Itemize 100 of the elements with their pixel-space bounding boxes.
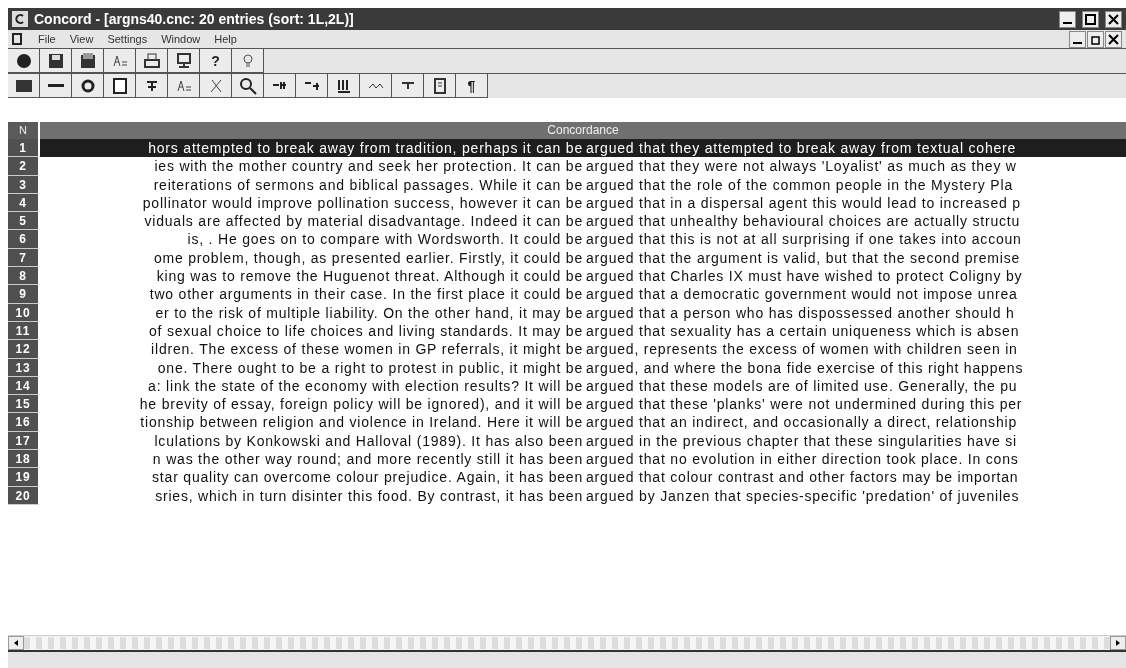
right-context: argued that sexuality has a certain uniqueness which is absen — [586, 322, 1020, 339]
menu-item[interactable]: Help — [214, 33, 237, 45]
monitor-icon — [174, 51, 193, 70]
left-context: pollinator would improve pollination success, however it can be — [142, 193, 583, 213]
circle-icon — [14, 51, 33, 70]
toolbar-button[interactable] — [40, 49, 72, 73]
window-icon — [110, 76, 129, 95]
toolbar-button[interactable] — [72, 49, 104, 73]
row-number: 16 — [8, 413, 40, 432]
right-context: argued that this is not at all surprising if one takes into accoun — [586, 231, 1022, 248]
toolbar-button[interactable]: ? — [200, 49, 232, 73]
toolbar-button[interactable] — [264, 74, 296, 98]
row-number: 8 — [8, 267, 40, 286]
toolbar-button[interactable] — [104, 74, 136, 98]
toolbar-button[interactable] — [8, 74, 40, 98]
menu-item[interactable]: Window — [161, 33, 201, 45]
right-context: argued that they were not always 'Loyalist' as much as they w — [586, 158, 1017, 175]
row-number: 5 — [8, 212, 40, 231]
maximize-button[interactable] — [1082, 10, 1099, 28]
minimize-button[interactable] — [1059, 10, 1076, 28]
toolbar-button[interactable] — [200, 74, 232, 98]
close-button[interactable] — [1105, 30, 1122, 48]
app-icon — [12, 11, 28, 27]
toolbar-button[interactable] — [168, 74, 200, 98]
left-context: er to the risk of multiple liability. On the other hand, it may be — [155, 303, 583, 322]
right-context: argued, represents the excess of women with children seen in — [586, 341, 1018, 358]
close-button[interactable] — [1105, 10, 1122, 28]
toolbar-button[interactable] — [8, 49, 40, 73]
right-context: argued that no evolution in either direction took place. In cons — [586, 451, 1019, 468]
right-context: argued that these models are of limited use. Generally, the pu — [586, 377, 1018, 394]
toolbar-button[interactable] — [328, 74, 360, 98]
pin-icon — [400, 81, 415, 90]
right-context: argued by Janzen that species-specific 'predation' of juveniles — [586, 487, 1020, 504]
row-number: 18 — [8, 450, 40, 469]
toolbar-button[interactable] — [136, 74, 168, 98]
left-context: n was the other way round; and more recently still it has been — [152, 450, 583, 469]
window-title: Concord - [argns40.cnc: 20 entries (sort: 1L,2L)] — [34, 11, 355, 27]
minimize-button[interactable] — [1069, 30, 1086, 48]
right-context: argued that a democratic government would not impose unrea — [586, 286, 1018, 303]
scroll-left-button[interactable] — [8, 636, 24, 650]
left-context: two other arguments in their case. In the first place it could be — [149, 285, 583, 304]
left-context: one. There ought to be a right to protest in public, it might be — [157, 358, 583, 377]
row-number: 2 — [8, 157, 40, 176]
concordance-row[interactable]: 1 hors attempted to break away from tradition, perhaps it can be argued that they attempted to break away from textual cohere — [8, 139, 1126, 158]
right-context: argued that unhealthy behavioural choices are actually structu — [586, 213, 1021, 230]
left-context: lculations by Konkowski and Halloval (1989). It has also been — [154, 431, 583, 451]
toolbar-button[interactable] — [392, 74, 424, 98]
printer-icon — [142, 51, 161, 70]
right-context: argued that Charles IX must have wished to protect Coligny by — [586, 268, 1023, 285]
left-context: reiterations of sermons and biblical passages. While it can be — [153, 175, 583, 194]
close-icon — [1108, 33, 1119, 45]
row-number: 9 — [8, 285, 40, 304]
right-context: argued that the argument is valid, but that the second premise — [586, 249, 1021, 266]
scroll-right-button[interactable] — [1110, 636, 1126, 650]
left-context: star quality can overcome colour prejudice. Again, it has been — [152, 468, 583, 487]
search-icon — [238, 76, 257, 95]
restore-icon — [1090, 33, 1101, 45]
toolbar-button[interactable] — [72, 74, 104, 98]
menu-item[interactable]: Settings — [107, 33, 148, 45]
toolbar-button[interactable] — [424, 74, 456, 98]
toolbar-button[interactable] — [360, 74, 392, 98]
toolbar-button[interactable] — [232, 74, 264, 98]
right-context: argued that a person who has dispossessed another should h — [586, 304, 1015, 321]
toolbar-button[interactable] — [136, 49, 168, 73]
menu-item[interactable]: File — [38, 33, 56, 45]
left-context: hors attempted to break away from tradition, perhaps it can be — [148, 139, 583, 158]
left-context: is, . He goes on to compare with Wordsworth. It could be — [187, 230, 583, 249]
left-context: a: link the state of the economy with election results? It will be — [148, 376, 583, 396]
row-number: 19 — [8, 468, 40, 487]
left-context: he brevity of essay, foreign policy will be ignored), and it will be — [139, 395, 583, 414]
menu-item[interactable]: View — [69, 33, 94, 45]
left-context: tionship between religion and violence in Ireland. Here it will be — [140, 413, 583, 432]
toolbar-button[interactable] — [40, 74, 72, 98]
align-left-icon — [272, 81, 287, 90]
right-context: argued in the previous chapter that these singularities have si — [586, 432, 1017, 449]
row-number: 12 — [8, 340, 40, 359]
left-context: sries, which in turn disinter this food. By contrast, it has been — [155, 486, 583, 505]
wave-icon — [367, 82, 384, 89]
toolbar-button[interactable] — [104, 49, 136, 73]
column-header[interactable]: N — [8, 122, 40, 139]
left-arrow-icon — [13, 640, 19, 646]
row-number: 6 — [8, 230, 40, 249]
close-icon — [1108, 13, 1119, 25]
right-context: argued that these 'planks' were not undermined during this per — [586, 396, 1023, 413]
left-context: ome problem, though, as presented earlier. Firstly, it could be — [153, 248, 583, 268]
row-number: 15 — [8, 395, 40, 414]
left-context: ies with the mother country and seek her protection. It can be — [154, 157, 583, 176]
left-context: king was to remove the Huguenot threat. Although it could be — [156, 267, 583, 286]
right-context: argued that an indirect, and occasionally a direct, relationship — [586, 414, 1017, 431]
column-header[interactable]: Concordance — [40, 122, 1126, 139]
right-context: argued that in a dispersal agent this would lead to increased p — [586, 194, 1021, 211]
toolbar-button[interactable] — [168, 49, 200, 73]
toolbar-button[interactable] — [232, 49, 264, 73]
horizontal-scrollbar[interactable] — [8, 635, 1126, 652]
toolbar-button[interactable]: ¶ — [456, 74, 488, 98]
toolbar-button[interactable] — [296, 74, 328, 98]
right-context: argued that the role of the common people in the Mystery Pla — [586, 176, 1013, 193]
right-context: argued that they attempted to break away from textual cohere — [586, 140, 1017, 156]
restore-button[interactable] — [1087, 30, 1104, 48]
minimize-icon — [1063, 22, 1072, 24]
